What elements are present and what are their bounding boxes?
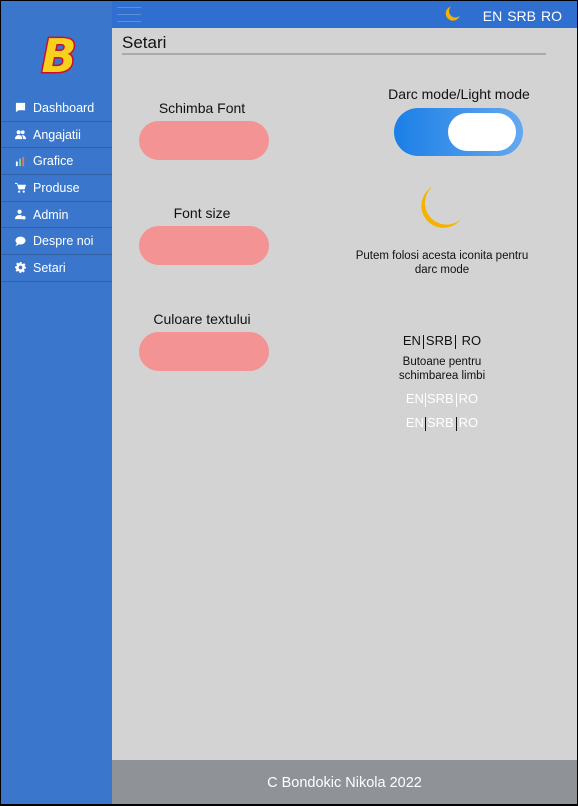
lang-srb-button[interactable]: SRB bbox=[427, 391, 454, 406]
svg-text:B: B bbox=[41, 29, 76, 80]
dark-mode-toggle[interactable] bbox=[394, 108, 523, 156]
footer: C Bondokic Nikola 2022 bbox=[112, 760, 577, 804]
text-color-label: Culoare textului bbox=[153, 311, 251, 327]
moon-icon-large[interactable] bbox=[415, 185, 463, 235]
font-select-button[interactable] bbox=[139, 121, 269, 160]
chart-icon bbox=[14, 155, 26, 167]
lang-ro-button[interactable]: RO bbox=[459, 391, 479, 406]
sidebar-item-label: Grafice bbox=[33, 154, 74, 169]
lang-demo-selected: EN SRB RO bbox=[382, 415, 502, 431]
lang-buttons-caption: Butoane pentru schimbarea limbi bbox=[398, 356, 486, 382]
sidebar-item-label: Despre noi bbox=[33, 234, 94, 249]
sidebar-item-label: Setari bbox=[33, 260, 66, 275]
sidebar-item-label: Angajatii bbox=[33, 127, 81, 142]
users-icon bbox=[14, 129, 26, 141]
lang-ro-button[interactable]: RO bbox=[459, 415, 479, 430]
sidebar-nav: Dashboard Angajatii Grafice Produse Admi… bbox=[1, 95, 112, 282]
top-bar: EN SRB RO bbox=[112, 1, 577, 28]
sidebar-item-grafice[interactable]: Grafice bbox=[1, 148, 112, 176]
lang-ro-button[interactable]: RO bbox=[541, 8, 562, 24]
moon-caption: Putem folosi acesta iconita pentru darc … bbox=[355, 250, 529, 276]
sidebar-item-dashboard[interactable]: Dashboard bbox=[1, 95, 112, 122]
sidebar-item-label: Admin bbox=[33, 207, 69, 222]
toggle-knob bbox=[448, 113, 516, 151]
mode-label: Darc mode/Light mode bbox=[388, 86, 530, 102]
lang-en-button[interactable]: EN bbox=[406, 391, 424, 406]
brand-logo: B bbox=[40, 28, 78, 80]
sidebar-item-produse[interactable]: Produse bbox=[1, 175, 112, 202]
sidebar-item-admin[interactable]: Admin bbox=[1, 202, 112, 229]
moon-icon[interactable] bbox=[443, 5, 461, 23]
sidebar-item-despre-noi[interactable]: Despre noi bbox=[1, 228, 112, 256]
dashboard-icon bbox=[14, 102, 26, 114]
admin-icon bbox=[14, 209, 26, 221]
lang-srb-button[interactable]: SRB bbox=[507, 8, 536, 24]
text-color-button[interactable] bbox=[139, 332, 269, 371]
lang-en-button[interactable]: EN bbox=[483, 8, 502, 24]
sidebar-item-setari[interactable]: Setari bbox=[1, 255, 112, 282]
lang-en-button[interactable]: EN bbox=[403, 333, 421, 348]
settings-content: Setari Schimba Font Font size Culoare te… bbox=[112, 28, 577, 760]
font-label: Schimba Font bbox=[158, 100, 246, 116]
sidebar-item-label: Dashboard bbox=[33, 100, 95, 115]
lang-srb-button[interactable]: SRB bbox=[426, 333, 453, 348]
page-title: Setari bbox=[122, 33, 167, 52]
lang-ro-button[interactable]: RO bbox=[462, 333, 482, 348]
font-size-button[interactable] bbox=[139, 226, 269, 265]
sidebar-item-angajatii[interactable]: Angajatii bbox=[1, 122, 112, 149]
lang-srb-button[interactable]: SRB bbox=[427, 415, 454, 430]
sidebar-item-label: Produse bbox=[33, 180, 80, 195]
cart-icon bbox=[14, 182, 26, 194]
lang-demo-dark: EN SRB RO bbox=[382, 333, 502, 349]
language-switcher: EN SRB RO bbox=[478, 8, 562, 24]
lang-demo-light: EN SRB RO bbox=[382, 391, 502, 407]
font-size-label: Font size bbox=[173, 205, 231, 221]
app-frame: B Dashboard Angajatii Grafice Produse Ad… bbox=[1, 1, 577, 804]
chat-icon bbox=[14, 235, 26, 247]
lang-en-button[interactable]: EN bbox=[406, 415, 424, 430]
sidebar: B Dashboard Angajatii Grafice Produse Ad… bbox=[1, 1, 112, 804]
gear-icon bbox=[14, 262, 26, 274]
menu-icon[interactable] bbox=[117, 7, 141, 23]
title-divider bbox=[122, 53, 546, 55]
